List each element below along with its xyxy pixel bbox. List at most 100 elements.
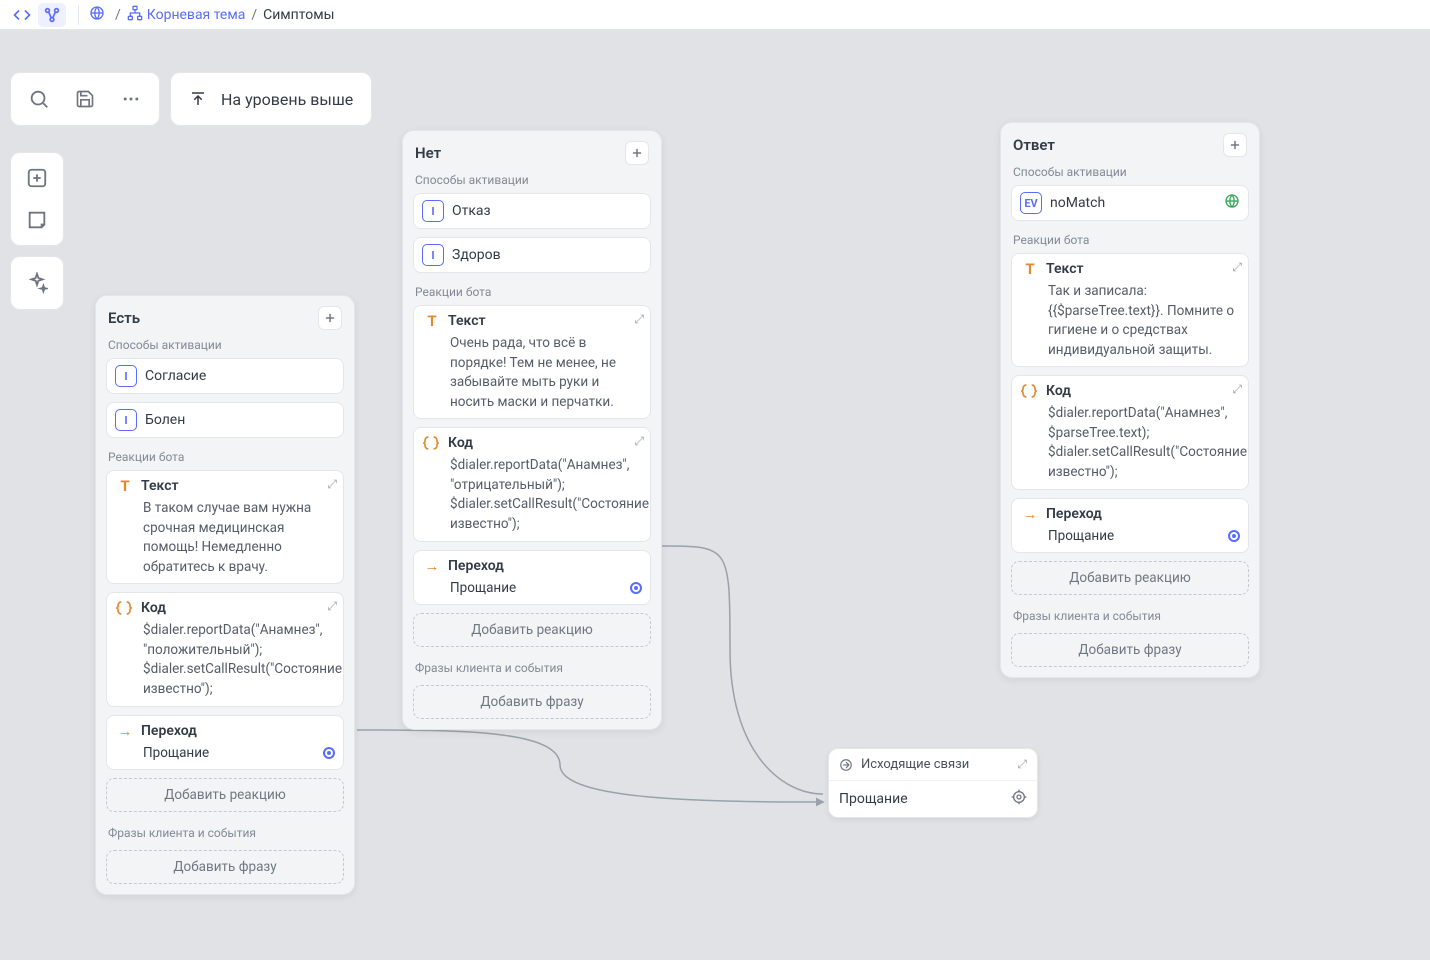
collapse-icon[interactable]: ⤢	[1232, 260, 1242, 275]
collapse-icon[interactable]: ⤢	[327, 477, 337, 492]
add-phrase-button[interactable]: Добавить фразу	[106, 850, 344, 884]
sparkle-icon[interactable]	[10, 256, 64, 310]
reaction-transition[interactable]: → Переход Прощание	[106, 715, 344, 771]
collapse-icon[interactable]: ⤢	[1017, 757, 1027, 772]
outgoing-header: Исходящие связи	[861, 757, 1017, 772]
add-reaction-button[interactable]: Добавить реакцию	[413, 613, 651, 647]
node-no[interactable]: Нет Способы активации I Отказ I Здоров Р…	[402, 130, 662, 730]
activation-row[interactable]: EV noMatch	[1011, 185, 1249, 221]
reaction-text[interactable]: ⤢ TТекст Очень рада, что всё в порядке! …	[413, 305, 651, 419]
node-yes[interactable]: Есть Способы активации I Согласие I Боле…	[95, 295, 355, 895]
reaction-transition[interactable]: → Переход Прощание	[1011, 498, 1249, 554]
phrases-label: Фразы клиента и события	[403, 657, 661, 681]
note-icon[interactable]	[20, 203, 54, 237]
more-icon[interactable]	[113, 81, 149, 117]
reaction-body: $dialer.reportData("Анамнез", $parseTree…	[1020, 404, 1240, 482]
outgoing-target: Прощание	[839, 791, 908, 807]
transition-target: Прощание	[143, 744, 209, 764]
reaction-body: В таком случае вам нужна срочная медицин…	[115, 499, 335, 577]
text-type-icon: T	[422, 312, 442, 330]
reaction-code[interactable]: ⤢ Код $dialer.reportData("Анамнез", "отр…	[413, 427, 651, 541]
phrases-label: Фразы клиента и события	[1001, 605, 1259, 629]
reaction-kind: Переход	[1046, 506, 1102, 522]
activation-row[interactable]: I Согласие	[106, 358, 344, 394]
connection-port[interactable]	[630, 582, 642, 594]
connection-port[interactable]	[1228, 530, 1240, 542]
add-phrase-button[interactable]: Добавить фразу	[413, 685, 651, 719]
activation-text: Отказ	[452, 203, 491, 219]
intent-icon: I	[115, 409, 137, 431]
event-icon: EV	[1020, 192, 1042, 214]
reaction-kind: Текст	[141, 478, 179, 494]
global-icon	[1224, 193, 1240, 213]
node-title: Нет	[415, 144, 441, 162]
text-type-icon: T	[1020, 260, 1040, 278]
activation-text: noMatch	[1050, 195, 1105, 211]
reaction-transition[interactable]: → Переход Прощание	[413, 550, 651, 606]
reactions-label: Реакции бота	[403, 281, 661, 305]
collapse-icon[interactable]: ⤢	[327, 599, 337, 614]
top-bar: / Корневая тема / Симптомы	[0, 0, 1430, 30]
reaction-body: Очень рада, что всё в порядке! Тем не ме…	[422, 334, 642, 412]
canvas[interactable]: На уровень выше Есть	[0, 30, 1430, 960]
arrow-type-icon: →	[115, 722, 135, 740]
add-phrase-button[interactable]: Добавить фразу	[1011, 633, 1249, 667]
activation-row[interactable]: I Здоров	[413, 237, 651, 273]
reaction-code[interactable]: ⤢ Код $dialer.reportData("Анамнез", $par…	[1011, 375, 1249, 489]
activation-label: Способы активации	[403, 169, 661, 193]
add-reaction-button[interactable]: Добавить реакцию	[106, 778, 344, 812]
transition-target: Прощание	[1048, 527, 1114, 547]
toolbar: На уровень выше	[10, 72, 372, 126]
reaction-kind: Код	[1046, 383, 1071, 399]
reaction-kind: Переход	[448, 558, 504, 574]
add-icon[interactable]	[1223, 133, 1247, 157]
activation-row[interactable]: I Отказ	[413, 193, 651, 229]
locate-icon[interactable]	[1011, 789, 1027, 809]
node-answer[interactable]: Ответ Способы активации EV noMatch Реакц…	[1000, 122, 1260, 678]
reaction-kind: Код	[141, 600, 166, 616]
left-dock	[10, 152, 64, 310]
dock-group	[10, 152, 64, 246]
sitemap-icon	[127, 5, 143, 25]
add-icon[interactable]	[318, 306, 342, 330]
collapse-icon[interactable]: ⤢	[1232, 382, 1242, 397]
arrow-type-icon: →	[1020, 505, 1040, 523]
reaction-kind: Переход	[141, 723, 197, 739]
code-tab[interactable]	[8, 3, 36, 27]
activation-row[interactable]: I Болен	[106, 402, 344, 438]
node-title: Ответ	[1013, 136, 1055, 154]
collapse-icon[interactable]: ⤢	[634, 312, 644, 327]
reactions-label: Реакции бота	[96, 446, 354, 470]
code-type-icon	[1020, 382, 1038, 400]
code-type-icon	[422, 434, 440, 452]
reaction-code[interactable]: ⤢ Код $dialer.reportData("Анамнез", "пол…	[106, 592, 344, 706]
activation-text: Здоров	[452, 247, 501, 263]
add-node-icon[interactable]	[20, 161, 54, 195]
activation-label: Способы активации	[96, 334, 354, 358]
reaction-text[interactable]: ⤢ TТекст Так и записала: {{$parseTree.te…	[1011, 253, 1249, 367]
reactions-label: Реакции бота	[1001, 229, 1259, 253]
collapse-icon[interactable]: ⤢	[634, 434, 644, 449]
activation-text: Болен	[145, 412, 185, 428]
intent-icon: I	[422, 200, 444, 222]
level-up-button[interactable]: На уровень выше	[170, 72, 372, 126]
graph-tab[interactable]	[38, 3, 66, 27]
intent-icon: I	[115, 365, 137, 387]
reaction-body: $dialer.reportData("Анамнез", "отрицател…	[422, 456, 642, 534]
transition-target: Прощание	[450, 579, 516, 599]
reaction-body: Так и записала: {{$parseTree.text}}. Пом…	[1020, 282, 1240, 360]
add-icon[interactable]	[625, 141, 649, 165]
save-icon[interactable]	[67, 81, 103, 117]
add-reaction-button[interactable]: Добавить реакцию	[1011, 561, 1249, 595]
reaction-kind: Код	[448, 435, 473, 451]
reaction-text[interactable]: ⤢ TТекст В таком случае вам нужна срочна…	[106, 470, 344, 584]
tool-group	[10, 72, 160, 126]
connection-port[interactable]	[323, 747, 335, 759]
outgoing-links-card[interactable]: Исходящие связи ⤢ Прощание	[828, 748, 1038, 818]
activation-label: Способы активации	[1001, 161, 1259, 185]
link-out-icon	[839, 758, 853, 772]
arrow-type-icon: →	[422, 557, 442, 575]
breadcrumb-root[interactable]: Корневая тема	[147, 7, 246, 23]
reaction-body: $dialer.reportData("Анамнез", "положител…	[115, 621, 335, 699]
search-icon[interactable]	[21, 81, 57, 117]
